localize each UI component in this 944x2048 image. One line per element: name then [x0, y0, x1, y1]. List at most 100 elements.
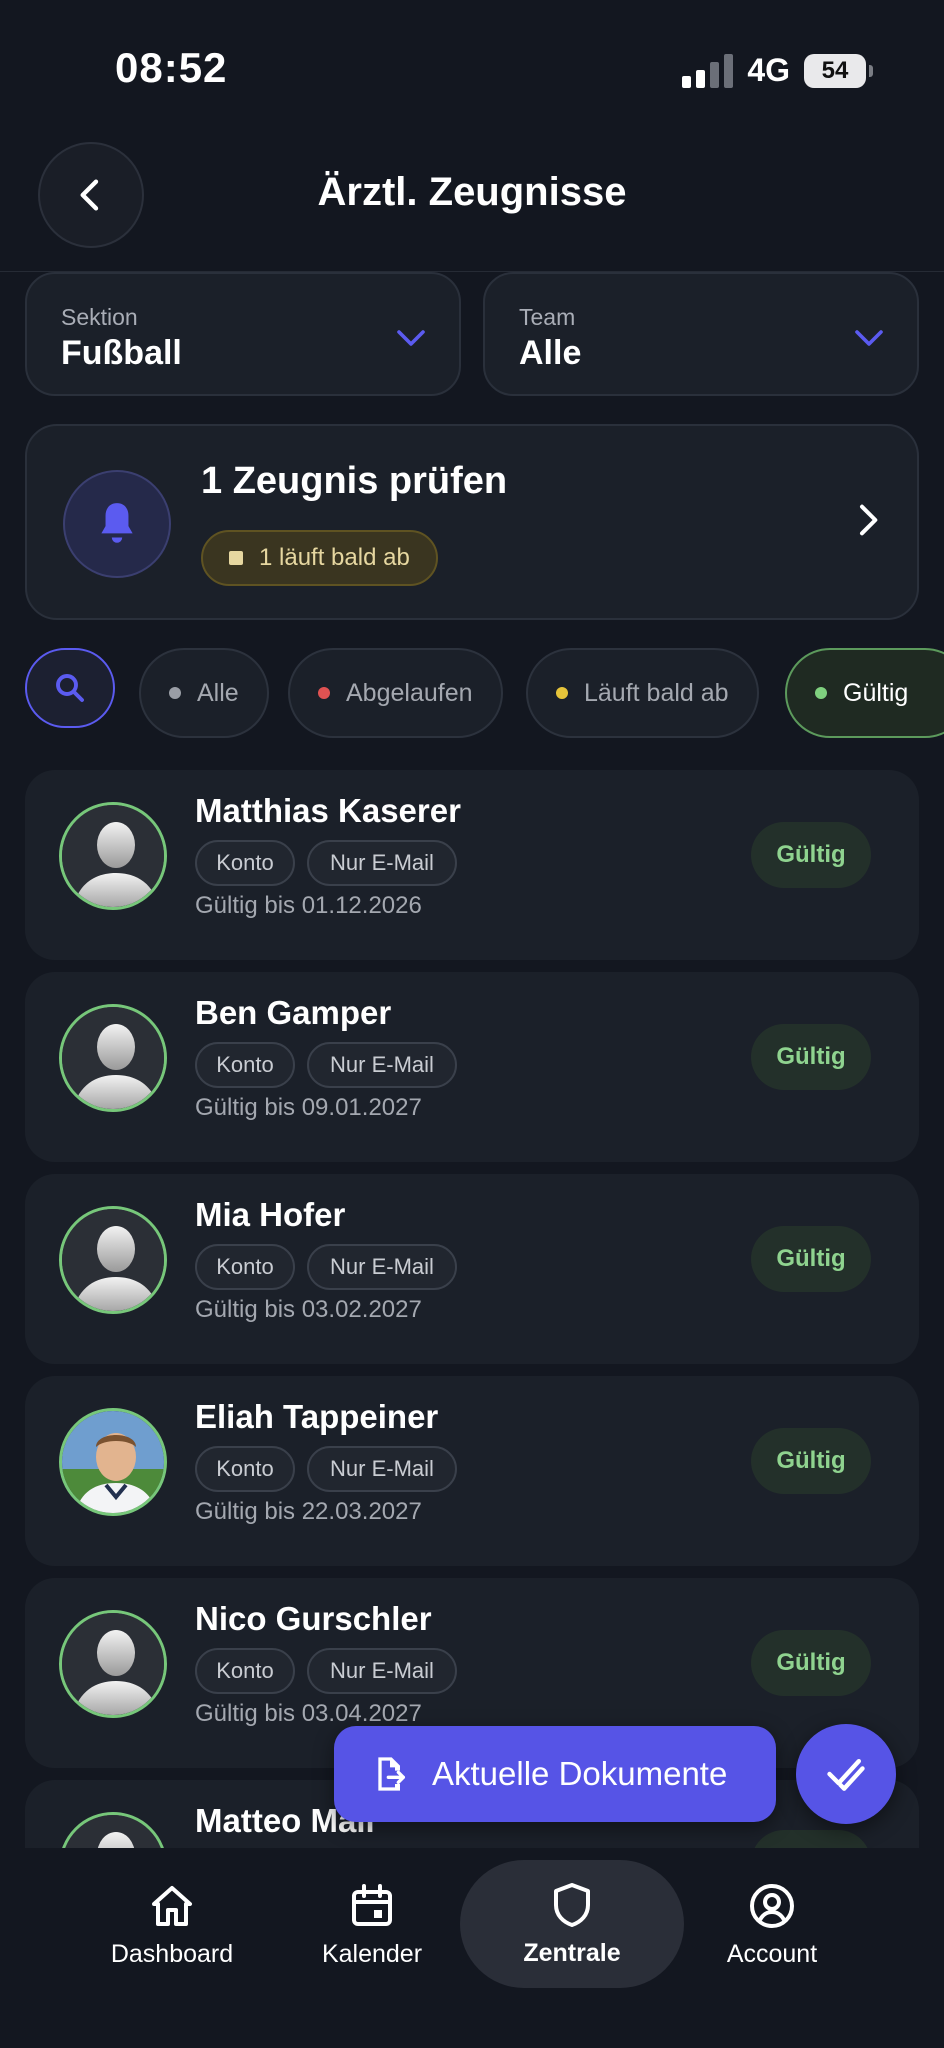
tag-email-only: Nur E-Mail [307, 1446, 457, 1492]
valid-until: Gültig bis 03.02.2027 [195, 1296, 422, 1323]
tag-account: Konto [195, 1446, 295, 1492]
chip-label: Gültig [843, 678, 909, 707]
valid-until: Gültig bis 22.03.2027 [195, 1498, 422, 1525]
avatar [59, 1812, 167, 1848]
chip-label: Alle [197, 678, 239, 707]
bell-icon-circle [63, 470, 171, 578]
valid-until: Gültig bis 03.04.2027 [195, 1700, 422, 1727]
team-label: Team [519, 304, 576, 330]
list-item[interactable]: Matthias Kaserer Konto Nur E-Mail Gültig… [25, 770, 919, 960]
network-type: 4G [747, 52, 790, 88]
nav-calendar[interactable]: Kalender [272, 1860, 472, 1990]
tag-account: Konto [195, 840, 295, 886]
chip-all[interactable]: Alle [139, 648, 269, 738]
status-badge: Gültig [751, 1024, 871, 1090]
review-title: 1 Zeugnis prüfen [201, 460, 508, 502]
current-documents-button[interactable]: Aktuelle Dokumente [334, 1726, 776, 1822]
avatar [59, 1004, 167, 1112]
expiring-badge: 1 läuft bald ab [201, 530, 438, 586]
certificate-list: Matthias Kaserer Konto Nur E-Mail Gültig… [25, 770, 919, 1848]
list-item[interactable]: Mia Hofer Konto Nur E-Mail Gültig bis 03… [25, 1174, 919, 1364]
nav-label: Kalender [321, 1939, 423, 1968]
nav-label: Dashboard [110, 1939, 234, 1968]
home-icon [152, 1885, 192, 1926]
status-indicators: 4G 54 [682, 52, 873, 89]
chip-label: Läuft bald ab [584, 678, 729, 707]
search-button[interactable] [25, 648, 115, 728]
status-badge [751, 1830, 871, 1848]
tag-account: Konto [195, 1042, 295, 1088]
team-value: Alle [519, 334, 582, 372]
tag-email-only: Nur E-Mail [307, 1244, 457, 1290]
double-check-icon [827, 1758, 865, 1791]
status-dot-icon [556, 687, 568, 699]
tag-account: Konto [195, 1244, 295, 1290]
chevron-down-icon [855, 330, 883, 346]
tag-email-only: Nur E-Mail [307, 1042, 457, 1088]
bell-icon [101, 503, 133, 543]
team-dropdown[interactable]: Team Alle [483, 272, 919, 396]
chip-valid[interactable]: Gültig [785, 648, 944, 738]
status-badge: Gültig [751, 822, 871, 888]
chevron-right-icon [860, 504, 878, 536]
status-dot-icon [318, 687, 330, 699]
status-dot-icon [169, 687, 181, 699]
status-dot-icon [815, 687, 827, 699]
status-badge: Gültig [751, 1630, 871, 1696]
expiring-badge-label: 1 läuft bald ab [259, 544, 410, 571]
nav-label: Account [726, 1939, 818, 1968]
nav-dashboard[interactable]: Dashboard [72, 1860, 272, 1990]
chip-expiring[interactable]: Läuft bald ab [526, 648, 759, 738]
square-icon [229, 551, 243, 565]
list-item[interactable]: Eliah Tappeiner Konto Nur E-Mail Gültig … [25, 1376, 919, 1566]
section-label: Sektion [61, 304, 138, 330]
list-item[interactable]: Ben Gamper Konto Nur E-Mail Gültig bis 0… [25, 972, 919, 1162]
avatar [59, 1610, 167, 1718]
tag-account: Konto [195, 1648, 295, 1694]
document-export-icon [378, 1757, 405, 1791]
person-name: Ben Gamper [195, 994, 392, 1031]
shield-icon [554, 1882, 590, 1927]
page-title: Ärztl. Zeugnisse [317, 170, 627, 214]
valid-until: Gültig bis 01.12.2026 [195, 892, 422, 919]
status-badge: Gültig [751, 1226, 871, 1292]
avatar [59, 1408, 167, 1516]
search-icon [56, 674, 84, 702]
person-silhouette-icon [62, 1613, 164, 1715]
section-value: Fußball [61, 334, 182, 372]
section-dropdown[interactable]: Sektion Fußball [25, 272, 461, 396]
person-name: Eliah Tappeiner [195, 1398, 439, 1435]
avatar [59, 802, 167, 910]
valid-until: Gültig bis 09.01.2027 [195, 1094, 422, 1121]
status-bar: 08:52 4G 54 [0, 0, 944, 130]
chevron-down-icon [397, 330, 425, 346]
filter-chip-row: Alle Abgelaufen Läuft bald ab Gültig [0, 646, 944, 740]
nav-central[interactable]: Zentrale [460, 1860, 684, 1988]
person-silhouette-icon [62, 1815, 164, 1848]
tag-email-only: Nur E-Mail [307, 1648, 457, 1694]
person-name: Matthias Kaserer [195, 792, 461, 829]
person-silhouette-icon [62, 1007, 164, 1109]
account-icon [750, 1883, 794, 1928]
tag-email-only: Nur E-Mail [307, 840, 457, 886]
status-time: 08:52 [115, 44, 228, 91]
confirm-all-button[interactable] [796, 1724, 896, 1824]
review-card[interactable]: 1 Zeugnis prüfen 1 läuft bald ab [25, 424, 919, 620]
person-silhouette-icon [62, 805, 164, 907]
chip-expired[interactable]: Abgelaufen [288, 648, 503, 738]
person-name: Nico Gurschler [195, 1600, 432, 1637]
profile-photo [62, 1411, 164, 1513]
bottom-navigation: Dashboard Kalender Zentrale Account [0, 1848, 944, 2048]
person-silhouette-icon [62, 1209, 164, 1311]
nav-account[interactable]: Account [672, 1860, 872, 1990]
avatar [59, 1206, 167, 1314]
status-badge: Gültig [751, 1428, 871, 1494]
nav-label: Zentrale [523, 1938, 621, 1967]
calendar-icon [352, 1883, 392, 1926]
chip-label: Abgelaufen [346, 678, 473, 707]
signal-icon [682, 53, 734, 88]
page-header: Ärztl. Zeugnisse [0, 130, 944, 272]
current-documents-label: Aktuelle Dokumente [432, 1755, 728, 1792]
battery-icon: 54 [804, 53, 873, 88]
person-name: Mia Hofer [195, 1196, 346, 1233]
